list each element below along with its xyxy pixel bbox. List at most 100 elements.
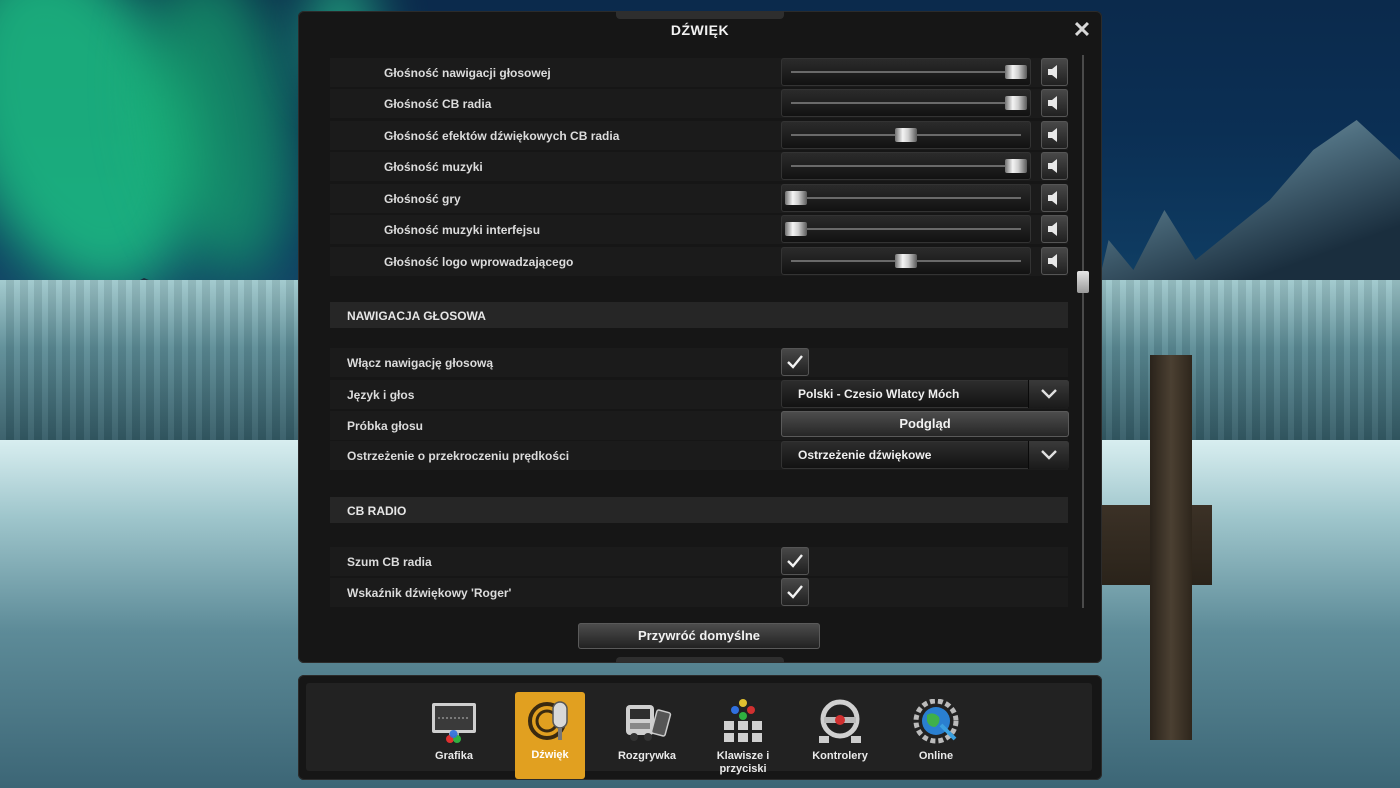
tab-online[interactable]: Online xyxy=(901,693,971,779)
mute-button[interactable] xyxy=(1041,89,1068,117)
setting-label: Włącz nawigację głosową xyxy=(347,356,494,370)
setting-row-enable-voice-navigation: Włącz nawigację głosową xyxy=(330,348,1068,377)
scrollbar-track[interactable] xyxy=(1082,55,1084,608)
mute-button[interactable] xyxy=(1041,152,1068,180)
slider-track xyxy=(791,102,1021,104)
setting-label: Język i głos xyxy=(347,388,415,402)
dropdown-arrow[interactable] xyxy=(1028,380,1069,408)
slider-thumb[interactable] xyxy=(785,191,807,205)
volume-label: Głośność nawigacji głosowej xyxy=(384,66,551,80)
speaker-icon xyxy=(1048,191,1057,205)
slider-track xyxy=(791,165,1021,167)
tab-sound[interactable]: Dźwięk xyxy=(515,692,585,779)
tab-controllers[interactable]: Kontrolery xyxy=(805,693,875,779)
reset-defaults-button[interactable]: Przywróć domyślne xyxy=(578,623,820,649)
setting-row-roger-beep: Wskaźnik dźwiękowy 'Roger' xyxy=(330,578,1068,607)
tab-label: Online xyxy=(918,750,954,762)
speaker-icon xyxy=(1048,96,1057,110)
volume-slider-interface-music[interactable] xyxy=(781,215,1031,243)
mute-button[interactable] xyxy=(1041,247,1068,275)
speaker-icon xyxy=(1048,254,1057,268)
mute-button[interactable] xyxy=(1041,215,1068,243)
steering-wheel-icon xyxy=(819,699,861,743)
slider-thumb[interactable] xyxy=(895,128,917,142)
slider-thumb[interactable] xyxy=(1005,65,1027,79)
page-title: DŹWIĘK xyxy=(670,22,730,38)
dropdown-arrow[interactable] xyxy=(1028,441,1069,469)
slider-thumb[interactable] xyxy=(785,222,807,236)
volume-row-voice-navigation: Głośność nawigacji głosowej xyxy=(330,58,1068,87)
section-title: CB RADIO xyxy=(347,504,407,518)
setting-row-voice-sample: Próbka głosu Podgląd xyxy=(330,411,1069,440)
setting-label: Wskaźnik dźwiękowy 'Roger' xyxy=(347,586,512,600)
volume-slider-game[interactable] xyxy=(781,184,1031,212)
language-dropdown[interactable]: Polski - Czesio Wlatcy Móch xyxy=(781,380,1069,408)
volume-slider-cb-radio-effects[interactable] xyxy=(781,121,1031,149)
volume-label: Głośność logo wprowadzającego xyxy=(384,255,574,269)
microphone-icon xyxy=(528,701,568,740)
speaker-icon xyxy=(1048,222,1057,236)
globe-gear-icon xyxy=(913,699,959,744)
volume-label: Głośność efektów dźwiękowych CB radia xyxy=(384,129,620,143)
mute-button[interactable] xyxy=(1041,184,1068,212)
roger-beep-checkbox[interactable] xyxy=(781,578,809,606)
mute-button[interactable] xyxy=(1041,58,1068,86)
section-title: NAWIGACJA GŁOSOWA xyxy=(347,309,486,323)
cb-noise-checkbox[interactable] xyxy=(781,547,809,575)
panel-tab-decoration xyxy=(616,657,784,663)
speaker-icon xyxy=(1048,159,1057,173)
volume-row-intro-logo: Głośność logo wprowadzającego xyxy=(330,247,1068,276)
checkmark-icon xyxy=(787,355,803,369)
volume-label: Głośność muzyki interfejsu xyxy=(384,223,541,237)
tab-label: Rozgrywka xyxy=(617,750,677,762)
tab-label: Kontrolery xyxy=(812,750,868,762)
setting-row-speed-warning: Ostrzeżenie o przekroczeniu prędkości Os… xyxy=(330,441,1069,470)
volume-label: Głośność muzyki xyxy=(384,160,483,174)
volume-row-interface-music: Głośność muzyki interfejsu xyxy=(330,215,1068,244)
panel-tab-decoration xyxy=(616,11,784,19)
close-button[interactable]: ✕ xyxy=(1071,19,1093,41)
volume-slider-voice-navigation[interactable] xyxy=(781,58,1031,86)
volume-slider-intro-logo[interactable] xyxy=(781,247,1031,275)
setting-row-language: Język i głos Polski - Czesio Wlatcy Móch xyxy=(330,380,1069,409)
tab-label: Grafika xyxy=(435,750,473,762)
slider-track xyxy=(791,71,1021,73)
tab-gameplay[interactable]: Rozgrywka xyxy=(612,693,682,779)
mute-button[interactable] xyxy=(1041,121,1068,149)
chevron-down-icon xyxy=(1041,389,1057,399)
scrollbar-thumb[interactable] xyxy=(1077,271,1089,293)
slider-thumb[interactable] xyxy=(895,254,917,268)
speaker-icon xyxy=(1048,128,1057,142)
tab-bar-inner: Grafika Dźwięk Rozgrywka Klawisze i przy… xyxy=(306,683,1092,779)
slider-thumb[interactable] xyxy=(1005,96,1027,110)
volume-label: Głośność CB radia xyxy=(384,97,492,111)
chevron-down-icon xyxy=(1041,450,1057,460)
enable-voice-navigation-checkbox[interactable] xyxy=(781,348,809,376)
setting-label: Ostrzeżenie o przekroczeniu prędkości xyxy=(347,449,570,463)
setting-label: Szum CB radia xyxy=(347,555,432,569)
volume-slider-cb-radio[interactable] xyxy=(781,89,1031,117)
tab-graphics[interactable]: Grafika xyxy=(419,693,489,779)
slider-track xyxy=(791,228,1021,230)
tab-keys-and-buttons[interactable]: Klawisze i przyciski xyxy=(708,693,778,779)
keyboard-icon xyxy=(724,699,762,742)
volume-slider-music[interactable] xyxy=(781,152,1031,180)
checkmark-icon xyxy=(787,554,803,568)
tab-label: Dźwięk xyxy=(531,749,569,761)
setting-label: Próbka głosu xyxy=(347,419,424,433)
speaker-icon xyxy=(1048,65,1057,79)
truck-icon xyxy=(626,705,672,741)
section-header-voice-navigation: NAWIGACJA GŁOSOWA xyxy=(330,302,1068,328)
setting-row-cb-noise: Szum CB radia xyxy=(330,547,1068,576)
preview-button[interactable]: Podgląd xyxy=(781,411,1069,437)
volume-label: Głośność gry xyxy=(384,192,461,206)
tab-label: Klawisze i przyciski xyxy=(716,750,770,775)
checkmark-icon xyxy=(787,585,803,599)
sound-settings-panel: DŹWIĘK ✕ Głośność nawigacji głosowej Głoś… xyxy=(298,11,1102,663)
volume-row-cb-radio: Głośność CB radia xyxy=(330,89,1068,118)
slider-track xyxy=(791,197,1021,199)
speed-warning-dropdown[interactable]: Ostrzeżenie dźwiękowe xyxy=(781,441,1069,469)
slider-thumb[interactable] xyxy=(1005,159,1027,173)
volume-row-cb-radio-effects: Głośność efektów dźwiękowych CB radia xyxy=(330,121,1068,150)
dropdown-value: Ostrzeżenie dźwiękowe xyxy=(798,448,932,462)
